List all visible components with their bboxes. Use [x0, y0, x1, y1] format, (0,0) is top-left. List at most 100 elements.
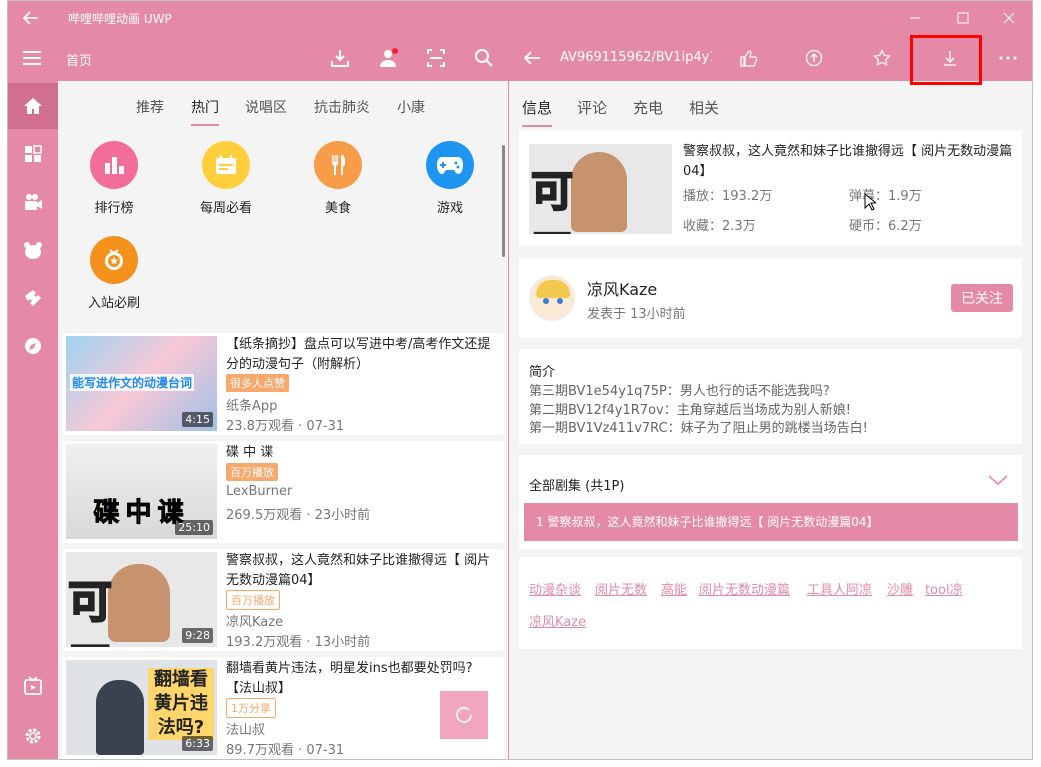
home-tabs: 推荐 热门 说唱区 抗击肺炎 小康 — [58, 81, 508, 127]
category-ranking[interactable]: 排行榜 — [74, 141, 154, 216]
tab-related[interactable]: 相关 — [689, 97, 719, 118]
sidebar-item-movie[interactable] — [8, 275, 58, 321]
video-card[interactable]: 可恶 9:28 警察叔叔，这人竟然和妹子比谁撤得远【 阅片无数动漫篇04】 百万… — [62, 549, 504, 651]
tags-card: 动漫杂谈 阅片无数 高能 阅片无数动漫篇 工具人阿凉 沙雕 tool凉 凉风Ka… — [519, 557, 1022, 649]
user-icon[interactable] — [376, 46, 400, 70]
intro-heading: 简介 — [529, 365, 556, 380]
search-icon[interactable] — [472, 46, 496, 70]
minimize-button[interactable] — [892, 1, 938, 35]
video-badge: 很多人点赞 — [226, 374, 289, 392]
tab-indicator — [522, 125, 552, 127]
video-thumbnail: 能写进作文的动漫台词 4:15 — [66, 336, 217, 431]
scrollbar[interactable] — [502, 145, 505, 257]
sidebar-item-home[interactable] — [8, 83, 58, 129]
video-uploader: 纸条App — [226, 399, 278, 414]
video-info-card: 可恶 警察叔叔，这人竟然和妹子比谁撤得远【 阅片无数动漫篇04】 播放：193.… — [519, 130, 1022, 246]
follow-button[interactable]: 已关注 — [951, 284, 1013, 312]
favorite-star-icon[interactable] — [870, 46, 894, 70]
category-food[interactable]: 美食 — [298, 141, 378, 216]
tab-rap[interactable]: 说唱区 — [245, 97, 287, 117]
tab-comments[interactable]: 评论 — [577, 97, 607, 118]
coin-icon[interactable] — [802, 46, 826, 70]
tab-charge[interactable]: 充电 — [633, 97, 663, 118]
medal-icon — [90, 236, 138, 284]
tab-hot[interactable]: 热门 — [191, 97, 219, 117]
download-manager-icon[interactable] — [328, 46, 352, 70]
video-title: 【纸条摘抄】盘点可以写进中考/高考作文还提分的动漫句子（附解析） — [226, 337, 491, 372]
tag[interactable]: tool凉 — [925, 579, 963, 598]
video-thumbnail: 可恶 — [529, 144, 672, 234]
tag[interactable]: 阅片无数动漫篇 — [699, 579, 790, 598]
tag[interactable]: 高能 — [661, 579, 687, 598]
app-window: 哔哩哔哩动画 UWP 首页 AV969115962/BV1ip4y1c 推荐 热… — [7, 0, 1033, 760]
tv-icon — [24, 676, 42, 695]
episode-item[interactable]: 1 警察叔叔，这人竟然和妹子比谁撤得远【 阅片无数动漫篇04】 — [524, 503, 1018, 541]
tag[interactable]: 阅片无数 — [595, 579, 647, 598]
tag[interactable]: 凉风Kaze — [529, 611, 586, 630]
danmaku-count: 弹幕：1.9万 — [849, 189, 922, 204]
tab-covid[interactable]: 抗击肺炎 — [314, 97, 370, 117]
scan-icon[interactable] — [424, 46, 448, 70]
video-id: AV969115962/BV1ip4y1c — [560, 50, 712, 65]
video-meta: 269.5万观看 · 23小时前 — [226, 508, 371, 523]
uploader-name[interactable]: 凉风Kaze — [587, 276, 657, 300]
play-count: 播放：193.2万 — [683, 189, 773, 204]
category-weekly[interactable]: 每周必看 — [186, 141, 266, 216]
favorite-count: 收藏：2.3万 — [683, 219, 756, 234]
video-title: 警察叔叔，这人竟然和妹子比谁撤得远【 阅片无数动漫篇04】 — [683, 144, 1013, 179]
intro-card: 简介 第三期BV1e54y1q75P：男人也行的话不能选我吗? 第二期BV12f… — [519, 349, 1022, 444]
video-uploader: 法山叔 — [226, 723, 266, 738]
tag[interactable]: 动漫杂谈 — [529, 579, 581, 598]
video-duration: 25:10 — [175, 520, 213, 535]
tag[interactable]: 沙雕 — [887, 579, 913, 598]
episodes-heading: 全部剧集 (共1P) — [529, 479, 625, 494]
video-thumbnail: 可恶 9:28 — [66, 552, 217, 647]
tab-info[interactable]: 信息 — [522, 97, 552, 118]
tag[interactable]: 工具人阿凉 — [807, 579, 872, 598]
tab-recommend[interactable]: 推荐 — [136, 97, 164, 117]
video-badge: 百万播放 — [226, 590, 280, 610]
category-game[interactable]: 游戏 — [410, 141, 490, 216]
video-meta: 193.2万观看 · 13小时前 — [226, 635, 371, 650]
sidebar-item-channels[interactable] — [8, 131, 58, 177]
home-icon — [24, 98, 42, 114]
publish-time: 发表于 13小时前 — [587, 307, 686, 322]
window-title: 哔哩哔哩动画 UWP — [68, 12, 172, 26]
video-thumbnail: 翻墙看黄片违法吗? 6:33 — [66, 660, 217, 755]
sidebar-item-anime[interactable] — [8, 227, 58, 273]
video-meta: 89.7万观看 · 07-31 — [226, 743, 345, 758]
uploader-card: 凉风Kaze 发表于 13小时前 已关注 — [519, 258, 1022, 338]
avatar[interactable] — [529, 275, 575, 321]
hamburger-menu-button[interactable] — [20, 46, 44, 70]
highlight-box — [910, 35, 982, 85]
video-meta: 23.8万观看 · 07-31 — [226, 419, 345, 434]
more-options-icon[interactable] — [996, 46, 1020, 70]
compass-icon — [25, 338, 41, 354]
video-uploader: LexBurner — [226, 484, 293, 499]
close-button[interactable] — [986, 1, 1032, 35]
sidebar-item-tv[interactable] — [8, 663, 58, 709]
food-icon — [314, 141, 362, 189]
title-bar: 哔哩哔哩动画 UWP — [8, 1, 1032, 35]
tab-xiaokang[interactable]: 小康 — [397, 97, 425, 117]
like-icon[interactable] — [736, 46, 760, 70]
video-card[interactable]: 能写进作文的动漫台词 4:15 【纸条摘抄】盘点可以写进中考/高考作文还提分的动… — [62, 333, 504, 435]
intro-line: 第二期BV12f4y1R7ov：主角穿越后当场成为别人新娘! — [529, 403, 851, 418]
video-card[interactable]: 碟中谍 25:10 碟 中 谍 百万播放 LexBurner 269.5万观看 … — [62, 441, 504, 543]
refresh-button[interactable] — [440, 691, 488, 739]
sidebar-item-live[interactable] — [8, 179, 58, 225]
app-bar: 首页 AV969115962/BV1ip4y1c — [8, 35, 1032, 81]
video-card[interactable]: 翻墙看黄片违法吗? 6:33 翻墙看黄片违法，明星发ins也都要处罚吗?【法山叔… — [62, 657, 504, 759]
window-back-button[interactable] — [20, 7, 42, 29]
maximize-button[interactable] — [940, 1, 986, 35]
detail-back-icon[interactable] — [520, 46, 544, 70]
grid-icon — [25, 145, 42, 162]
video-title: 警察叔叔，这人竟然和妹子比谁撤得远【 阅片无数动漫篇04】 — [226, 553, 491, 588]
sidebar — [8, 81, 58, 759]
sidebar-item-discover[interactable] — [8, 323, 58, 369]
ticket-icon — [25, 290, 41, 306]
category-must-watch[interactable]: 入站必刷 — [74, 236, 154, 311]
chevron-down-icon[interactable] — [988, 472, 1008, 491]
sidebar-item-settings[interactable] — [8, 713, 58, 759]
intro-line: 第三期BV1e54y1q75P：男人也行的话不能选我吗? — [529, 384, 830, 399]
